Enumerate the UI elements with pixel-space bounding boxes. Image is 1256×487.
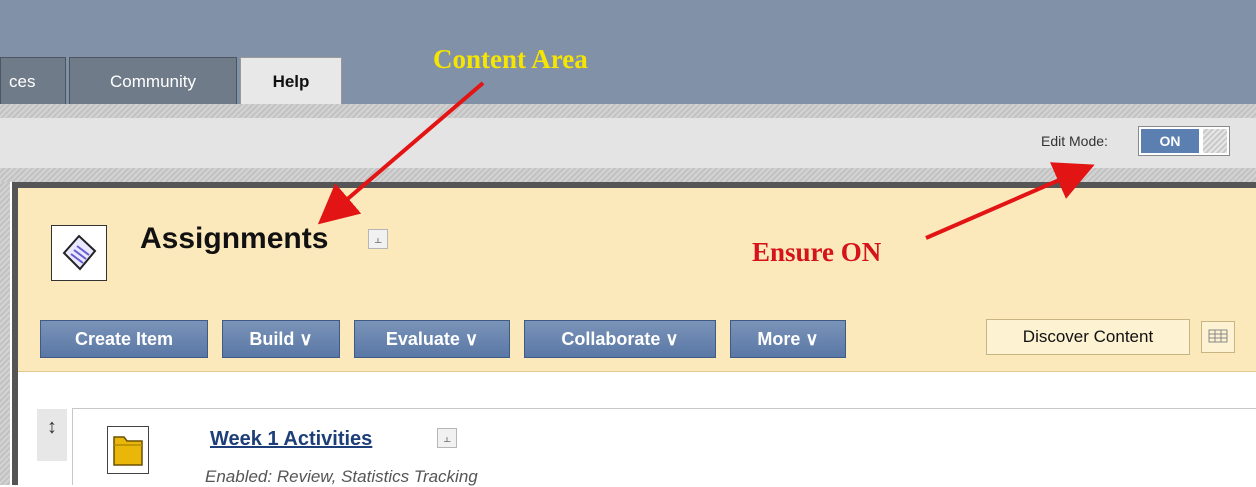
build-label: Build (249, 329, 295, 349)
more-label: More (757, 329, 801, 349)
discover-content-button[interactable]: Discover Content (986, 319, 1190, 355)
grid-icon (1208, 329, 1228, 343)
tab-community[interactable]: Community (69, 57, 237, 104)
evaluate-button[interactable]: Evaluate ∨ (354, 320, 510, 358)
chevron-down-icon: ∨ (299, 329, 313, 349)
edit-mode-on-state: ON (1141, 129, 1199, 153)
chevron-down-icon: ∨ (665, 329, 679, 349)
tab-help[interactable]: Help (240, 57, 342, 104)
build-button[interactable]: Build ∨ (222, 320, 340, 358)
layout-toggle-button[interactable] (1201, 321, 1235, 353)
left-border-stripe (0, 182, 10, 485)
chevron-down-icon: ∨ (805, 329, 819, 349)
annotation-content-area: Content Area (433, 44, 588, 74)
item-status-text: Enabled: Review, Statistics Tracking (205, 467, 478, 486)
chevron-down-icon[interactable]: ⫠ (437, 428, 457, 448)
drag-handle-icon[interactable]: ↕ (37, 409, 67, 461)
evaluate-label: Evaluate (385, 329, 460, 349)
folder-icon (107, 426, 149, 474)
divider-stripe (0, 104, 1256, 118)
edit-mode-off-state (1203, 129, 1227, 153)
assignments-icon (51, 225, 107, 281)
collaborate-label: Collaborate (561, 329, 661, 349)
collaborate-button[interactable]: Collaborate ∨ (524, 320, 716, 358)
page-title: Assignments (140, 222, 329, 255)
edit-mode-label: Edit Mode: (1041, 133, 1108, 149)
chevron-down-icon[interactable]: ⫠ (368, 229, 388, 249)
edit-mode-toggle[interactable]: ON (1138, 126, 1230, 156)
more-button[interactable]: More ∨ (730, 320, 846, 358)
tab-courses[interactable]: ces (0, 57, 66, 104)
annotation-ensure-on: Ensure ON (752, 237, 882, 267)
item-link[interactable]: Week 1 Activities (210, 428, 372, 451)
divider-stripe (0, 168, 1256, 182)
create-item-button[interactable]: Create Item (40, 320, 208, 358)
chevron-down-icon: ∨ (464, 329, 479, 349)
